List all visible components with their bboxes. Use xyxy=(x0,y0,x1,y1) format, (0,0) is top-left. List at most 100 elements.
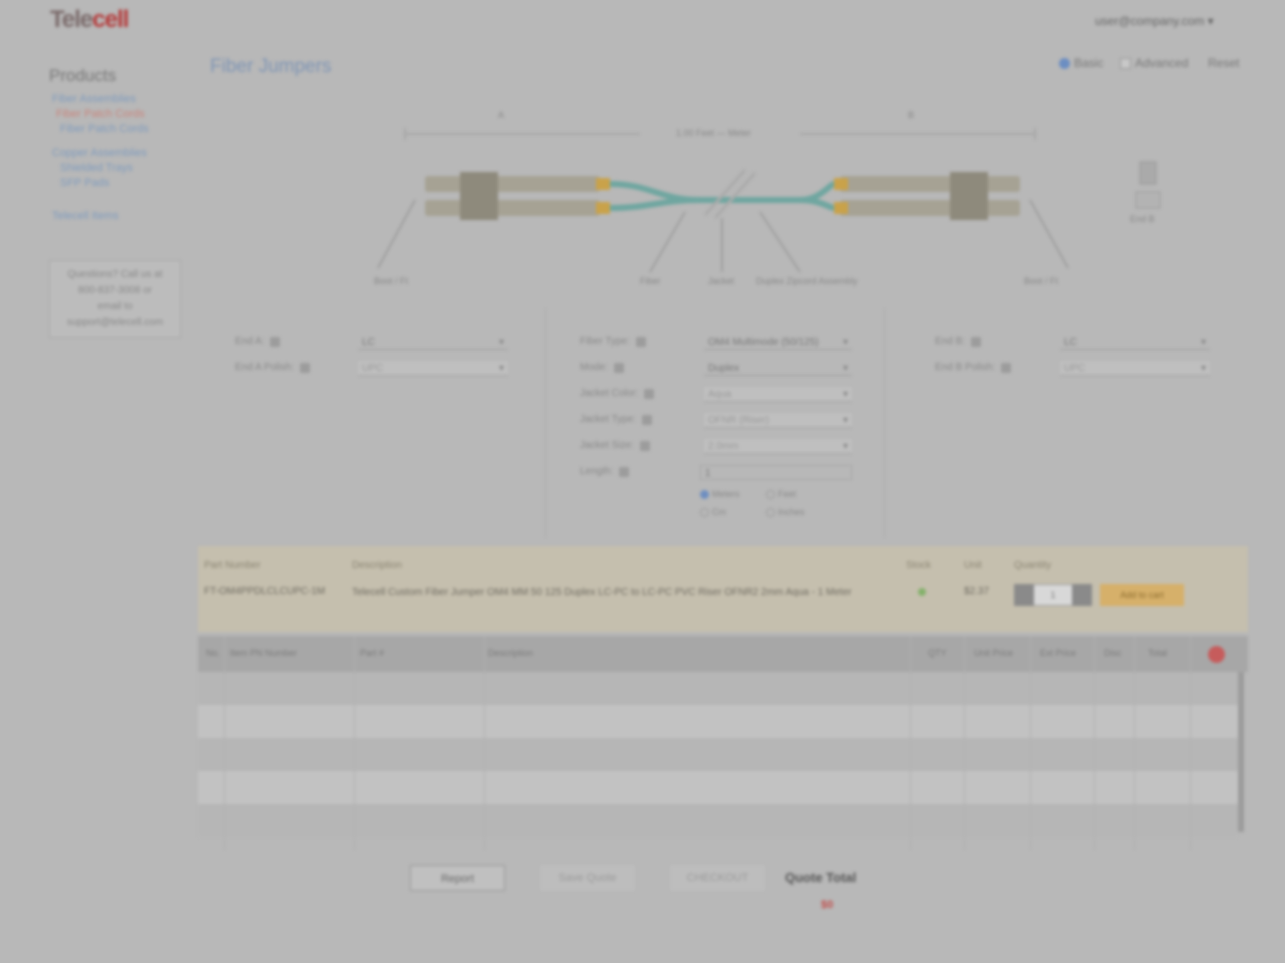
mode-basic[interactable]: Basic xyxy=(1059,56,1103,70)
chevron-down-icon: ▾ xyxy=(842,441,848,452)
page-title: Fiber Jumpers xyxy=(210,56,332,77)
help-icon[interactable] xyxy=(619,466,630,477)
radio-icon[interactable] xyxy=(766,489,775,499)
jacket-type-label: Jacket Type: xyxy=(580,414,652,425)
in-stock-icon xyxy=(918,588,926,596)
stock-header: Stock xyxy=(906,560,932,571)
connector-a-top xyxy=(425,176,600,192)
help-icon[interactable] xyxy=(299,362,310,373)
mode-advanced[interactable]: Advanced xyxy=(1120,56,1188,70)
basic-radio-icon[interactable] xyxy=(1059,57,1070,69)
unit-feet[interactable]: Feet xyxy=(766,489,796,499)
fiber-type-label: Fiber Type: xyxy=(580,336,646,347)
end-b-select[interactable]: LC ▾ xyxy=(1060,335,1210,350)
callout-assembly: Duplex Zipcord Assembly xyxy=(756,276,858,286)
chevron-down-icon: ▾ xyxy=(842,363,848,374)
callout-boot-a: Boot / Ft xyxy=(374,276,409,286)
unit-inches[interactable]: Inches xyxy=(766,507,805,517)
help-icon[interactable] xyxy=(639,440,650,451)
mode-label: Mode: xyxy=(580,362,624,373)
sidebar-item-sfp-pads[interactable]: SFP Pads xyxy=(60,177,109,189)
chevron-down-icon: ▾ xyxy=(498,337,504,348)
help-icon[interactable] xyxy=(1001,362,1012,373)
end-a-select[interactable]: LC ▾ xyxy=(358,335,508,350)
add-to-cart-button[interactable]: Add to cart xyxy=(1100,584,1184,606)
sidebar-item-telecell-items[interactable]: Telecell Items xyxy=(52,210,119,222)
jacket-color-select[interactable]: Aqua ▾ xyxy=(704,387,852,402)
help-icon[interactable] xyxy=(644,388,655,399)
table-scrollbar[interactable] xyxy=(1238,672,1244,832)
chevron-down-icon: ▾ xyxy=(1200,337,1206,348)
page-root: Telecell user@company.com ▾ Products Fib… xyxy=(0,0,1285,963)
chevron-down-icon: ▾ xyxy=(842,389,848,400)
report-button[interactable]: Report xyxy=(410,865,505,891)
chevron-down-icon: ▾ xyxy=(1200,363,1206,374)
jacket-type-select[interactable]: OFNR (Riser) ▾ xyxy=(704,413,852,428)
help-icon[interactable] xyxy=(971,336,982,347)
checkout-button[interactable]: CHECKOUT xyxy=(670,865,765,891)
quantity-stepper[interactable]: 1 xyxy=(1014,584,1092,606)
radio-icon[interactable] xyxy=(700,489,709,499)
sidebar-item-shielded-trays[interactable]: Shielded Trays xyxy=(60,162,133,174)
sidebar-item-copper-assemblies[interactable]: Copper Assemblies xyxy=(52,147,147,159)
end-b-label: B xyxy=(908,110,915,120)
length-field-label: Length: xyxy=(580,466,630,477)
length-label: 1.00 Feet — Meter xyxy=(676,128,752,138)
callout-fiber: Fiber xyxy=(640,276,661,286)
end-a-polish-select[interactable]: UPC ▾ xyxy=(358,361,508,376)
help-icon[interactable] xyxy=(270,336,281,347)
unit-meters[interactable]: Meters xyxy=(700,489,740,499)
end-b-polish-label: End B Polish: xyxy=(935,362,1012,373)
increment-button[interactable] xyxy=(1072,584,1092,606)
config-panel: End A: LC ▾ End A Polish: UPC ▾ Fiber Type… xyxy=(200,308,1245,540)
end-a-polish-label: End A Polish: xyxy=(235,362,310,373)
side-note: End B xyxy=(1130,214,1155,224)
price-value: $2.37 xyxy=(964,586,990,597)
part-number-header: Part Number xyxy=(204,560,261,571)
sidebar-item-fiber-patch-cords[interactable]: Fiber Patch Cords xyxy=(56,108,145,120)
save-quote-button[interactable]: Save Quote xyxy=(540,865,635,891)
unit-header: Unit xyxy=(964,560,982,571)
quote-total-label: Quote Total xyxy=(785,870,857,885)
callout-boot-b: Boot / Ft xyxy=(1024,276,1059,286)
sidebar-item-fiber-assemblies[interactable]: Fiber Assemblies xyxy=(52,93,136,105)
advanced-checkbox-icon[interactable] xyxy=(1120,57,1131,69)
fiber-type-select[interactable]: OM4 Multimode (50/125) ▾ xyxy=(704,335,852,350)
sidebar-item-fiber-patch-cords-2[interactable]: Fiber Patch Cords xyxy=(60,123,149,135)
mode-select[interactable]: Duplex ▾ xyxy=(704,361,852,376)
company-logo[interactable]: Telecell xyxy=(50,6,129,34)
table-header: No. Item PN Number Part # Description QT… xyxy=(198,636,1248,672)
connector-a-bottom xyxy=(425,200,600,216)
end-b-polish-select[interactable]: UPC ▾ xyxy=(1060,361,1210,376)
help-icon[interactable] xyxy=(641,414,652,425)
jacket-size-select[interactable]: 2.0mm ▾ xyxy=(704,439,852,454)
cable-diagram-svg xyxy=(377,128,1161,273)
description-header: Description xyxy=(352,560,403,571)
jacket-size-label: Jacket Size: xyxy=(580,440,650,451)
end-b-label: End B: xyxy=(935,336,982,347)
chevron-down-icon: ▾ xyxy=(842,415,848,426)
chevron-down-icon: ▾ xyxy=(842,337,848,348)
radio-icon[interactable] xyxy=(766,507,775,517)
user-menu[interactable]: user@company.com ▾ xyxy=(1095,14,1214,28)
decrement-button[interactable] xyxy=(1014,584,1034,606)
reset-link[interactable]: Reset xyxy=(1208,56,1239,70)
quantity-input[interactable]: 1 xyxy=(1034,584,1072,606)
description-value: Telecell Custom Fiber Jumper OM4 MM 50 1… xyxy=(352,587,852,598)
unit-cm[interactable]: Cm xyxy=(700,507,726,517)
sidebar-title: Products xyxy=(49,66,117,85)
end-a-label: A xyxy=(498,110,505,120)
callout-jacket: Jacket xyxy=(708,276,735,286)
help-icon[interactable] xyxy=(613,362,624,373)
jacket-color-label: Jacket Color: xyxy=(580,388,655,399)
chevron-down-icon: ▾ xyxy=(498,363,504,374)
connector-b-bottom xyxy=(840,200,1020,216)
help-icon[interactable] xyxy=(635,336,646,347)
radio-icon[interactable] xyxy=(700,507,709,517)
delete-all-icon[interactable] xyxy=(1208,646,1225,663)
length-input[interactable]: 1 xyxy=(700,465,852,480)
support-box: Questions? Call us at 800-837-3008 or em… xyxy=(49,260,181,338)
connector-b-top xyxy=(840,176,1020,192)
quote-total-value: $0 xyxy=(821,899,834,911)
quote-table: No. Item PN Number Part # Description QT… xyxy=(198,636,1248,850)
